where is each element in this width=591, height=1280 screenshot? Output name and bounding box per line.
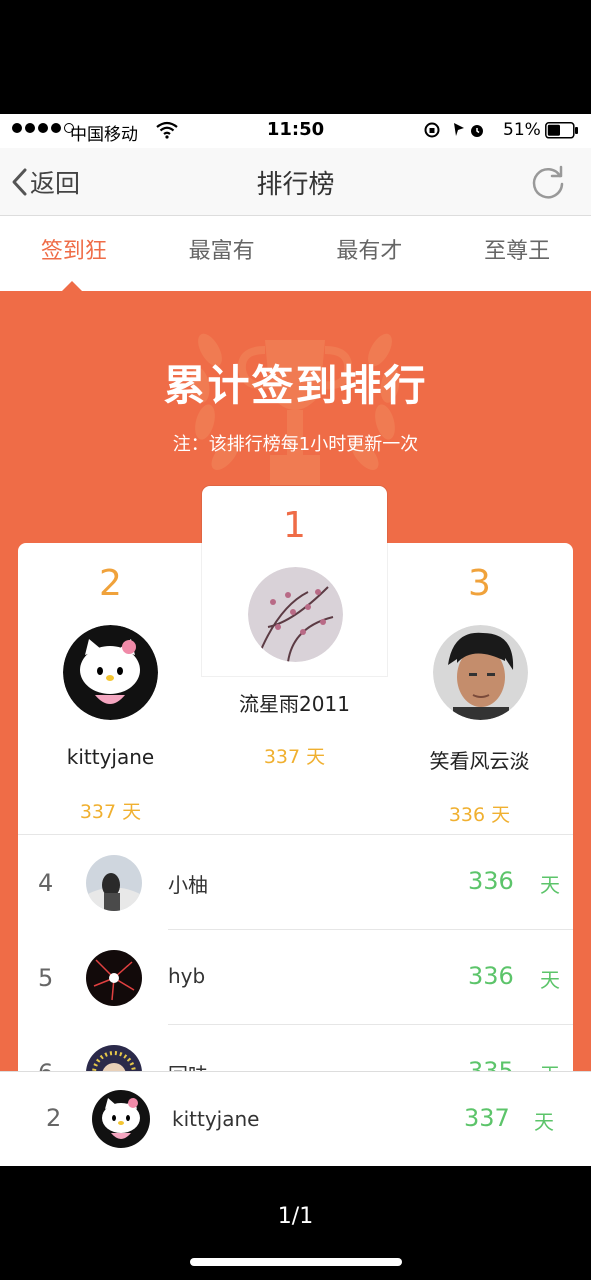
rank-number-third: 3	[468, 563, 491, 604]
page-indicator: 1/1	[277, 1204, 314, 1229]
list-unit: 天	[540, 968, 560, 992]
list-avatar	[86, 950, 142, 1006]
rank-number-first: 1	[283, 505, 306, 546]
name-third: 笑看风云淡	[429, 749, 530, 773]
ranking-tabs: 签到狂 最富有 最有才 至尊王	[0, 216, 591, 291]
list-rank: 5	[38, 964, 54, 992]
name-first: 流星雨2011	[239, 692, 350, 716]
tab-checkin[interactable]: 签到狂	[0, 216, 148, 291]
ranking-note: 注：该排行榜每1小时更新一次	[172, 434, 419, 455]
active-tab-pointer	[62, 281, 82, 291]
list-avatar	[86, 1045, 142, 1072]
list-value: 335	[468, 1057, 514, 1072]
days-third: 336 天	[448, 804, 511, 826]
refresh-icon[interactable]	[528, 162, 568, 202]
my-rank-bar[interactable]: 2 kittyjane 337 天	[0, 1071, 591, 1166]
avatar-third[interactable]	[433, 625, 528, 720]
list-rank: 4	[38, 869, 54, 897]
battery-icon	[545, 122, 578, 139]
days-first: 337 天	[263, 746, 326, 768]
status-bar: 中国移动 11:50 51%	[0, 114, 591, 148]
my-avatar	[92, 1090, 150, 1148]
list-item[interactable]: 6 回味 335 天	[18, 1025, 573, 1072]
rank-number-second: 2	[99, 563, 122, 604]
tab-richest[interactable]: 最富有	[148, 216, 296, 291]
battery-percentage: 51%	[503, 120, 541, 140]
list-name: hyb	[168, 964, 206, 988]
tab-supreme[interactable]: 至尊王	[443, 216, 591, 291]
my-name: kittyjane	[172, 1107, 260, 1131]
list-avatar	[86, 855, 142, 911]
tab-talented[interactable]: 最有才	[296, 216, 444, 291]
avatar-first[interactable]	[248, 567, 343, 662]
page-title: 排行榜	[256, 170, 335, 200]
navigation-bar: 返回 排行榜	[0, 148, 591, 216]
days-second: 337 天	[79, 801, 142, 823]
my-value: 337	[464, 1104, 510, 1132]
status-icons	[424, 122, 483, 138]
my-unit: 天	[534, 1110, 554, 1134]
my-rank: 2	[46, 1104, 62, 1132]
list-value: 336	[468, 962, 514, 990]
list-value: 336	[468, 867, 514, 895]
avatar-second[interactable]	[63, 625, 158, 720]
list-item[interactable]: 4 小柚 336 天	[18, 835, 573, 930]
ranking-list: 4 小柚 336 天 5 hyb 336 天 335	[18, 834, 573, 1072]
list-unit: 天	[540, 873, 560, 897]
list-name: 小柚	[168, 873, 208, 897]
list-item[interactable]: 5 hyb 336 天	[18, 930, 573, 1025]
home-indicator[interactable]	[190, 1258, 402, 1266]
name-second: kittyjane	[66, 745, 155, 769]
ranking-title: 累计签到排行	[163, 361, 428, 410]
